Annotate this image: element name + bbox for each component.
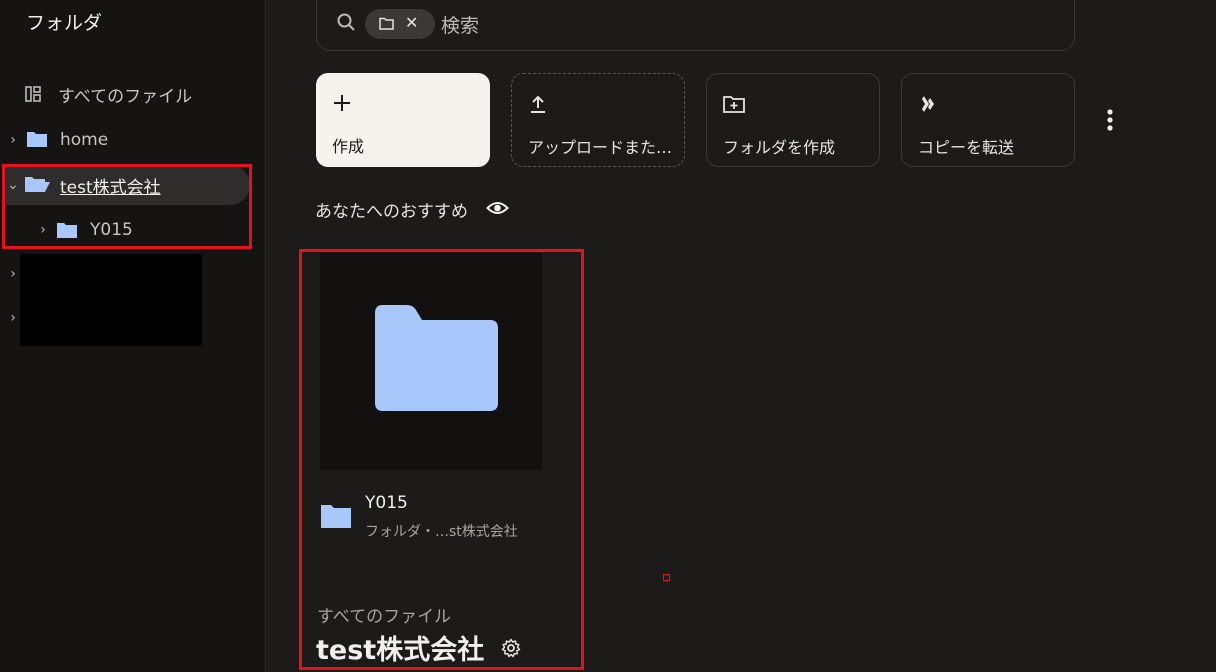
folder-icon bbox=[27, 132, 47, 147]
folder-icon bbox=[379, 17, 394, 30]
more-options-icon[interactable] bbox=[1106, 108, 1114, 132]
highlight-box bbox=[2, 164, 252, 249]
chevron-right-icon[interactable]: › bbox=[6, 266, 20, 282]
chevron-right-icon[interactable]: › bbox=[6, 310, 20, 326]
create-button[interactable]: 作成 bbox=[316, 73, 490, 167]
create-folder-label: フォルダを作成 bbox=[723, 138, 836, 157]
transfer-copy-button[interactable]: コピーを転送 bbox=[901, 73, 1075, 167]
plus-icon bbox=[334, 95, 350, 111]
gear-icon[interactable] bbox=[501, 638, 521, 658]
eye-icon[interactable] bbox=[486, 198, 509, 218]
chevron-right-icon[interactable]: › bbox=[6, 132, 20, 148]
upload-label: アップロードまた… bbox=[528, 138, 673, 157]
new-folder-icon bbox=[723, 96, 745, 113]
search-icon bbox=[337, 13, 355, 31]
sidebar-item-all-files[interactable]: すべてのファイル bbox=[0, 74, 250, 114]
all-files-icon bbox=[25, 86, 41, 102]
create-folder-button[interactable]: フォルダを作成 bbox=[706, 73, 880, 167]
recommendations-title: あなたへのおすすめ bbox=[315, 202, 468, 222]
create-label: 作成 bbox=[332, 137, 365, 156]
close-icon[interactable]: ✕ bbox=[405, 13, 418, 32]
upload-button[interactable]: アップロードまた… bbox=[511, 73, 685, 167]
upload-icon bbox=[531, 95, 545, 113]
redacted-block bbox=[20, 254, 202, 346]
search-input[interactable]: 検索 bbox=[441, 11, 479, 38]
sidebar: フォルダ すべてのファイル › home ⌄ test株式会社 › Y015 ›… bbox=[0, 0, 266, 672]
transfer-icon bbox=[922, 96, 934, 112]
breadcrumb[interactable]: すべてのファイル bbox=[317, 602, 451, 627]
page-title: test株式会社 bbox=[316, 635, 485, 666]
sidebar-title: フォルダ bbox=[26, 12, 103, 34]
transfer-copy-label: コピーを転送 bbox=[918, 138, 1015, 157]
sidebar-item-label: すべてのファイル bbox=[58, 86, 193, 107]
search-bar[interactable]: ✕ 検索 bbox=[316, 0, 1075, 51]
sidebar-item-home[interactable]: › home bbox=[0, 120, 250, 160]
folder-filter-chip[interactable]: ✕ bbox=[365, 9, 435, 39]
sidebar-item-label: home bbox=[60, 130, 109, 150]
red-marker bbox=[663, 574, 670, 581]
